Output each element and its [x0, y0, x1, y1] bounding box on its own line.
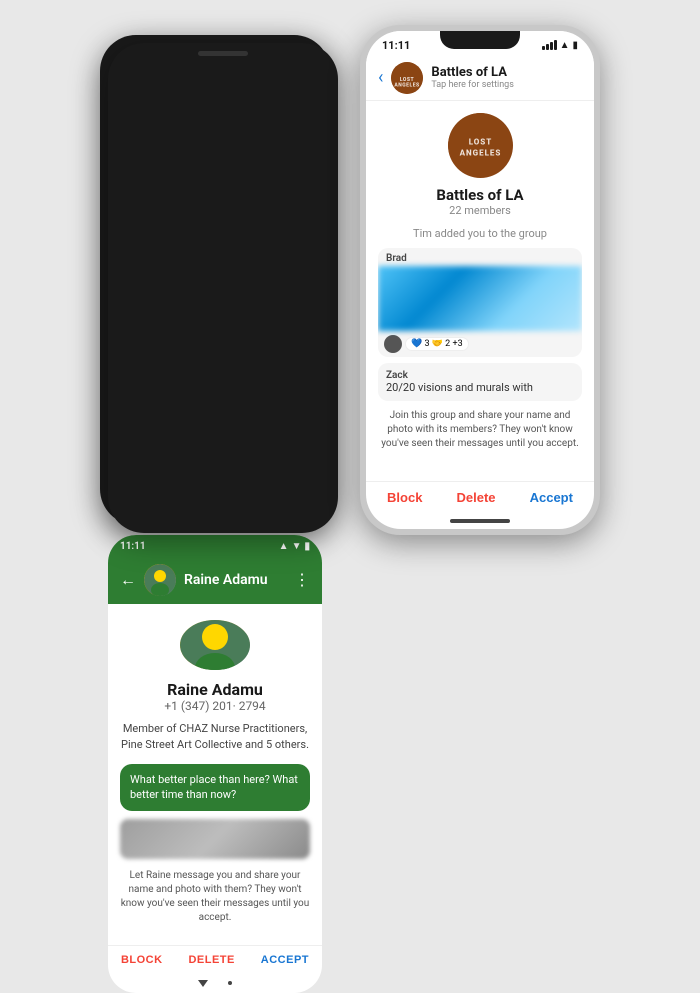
iphone-group-avatar: LOST ANGELES — [391, 62, 423, 94]
iphone-status-icons: ▲ ▮ — [542, 40, 578, 51]
iphone-action-buttons: Block Delete Accept — [366, 481, 594, 513]
svg-text:ANGELES: ANGELES — [459, 148, 501, 157]
chat-message-zack: Zack 20/20 visions and murals with — [378, 363, 582, 401]
action-buttons: BLOCK DELETE ACCEPT — [108, 945, 322, 974]
iphone-notch — [440, 31, 520, 49]
reaction-avatar — [384, 335, 402, 353]
android-speaker — [198, 51, 248, 56]
iphone-group-name: Battles of LA — [431, 65, 582, 80]
block-button[interactable]: BLOCK — [121, 954, 163, 966]
accept-description: Let Raine message you and share your nam… — [120, 869, 310, 925]
iphone-header-info: Battles of LA Tap here for settings — [431, 65, 582, 90]
android-screen: 11:11 ▲ ▼ ▮ ← Raine Adamu ⋮ — [108, 535, 322, 993]
accept-button[interactable]: ACCEPT — [261, 954, 309, 966]
message-bubble: What better place than here? What better… — [120, 764, 310, 811]
home-bar-indicator — [450, 519, 510, 523]
wifi-icon: ▲ — [560, 40, 570, 51]
iphone-screen: 11:11 ▲ ▮ ‹ L — [366, 31, 594, 529]
svg-text:LOST: LOST — [468, 137, 492, 146]
back-button[interactable]: ← — [120, 570, 136, 590]
profile-name: Raine Adamu — [167, 680, 263, 699]
iphone-time: 11:11 — [382, 39, 410, 52]
group-name-text: Battles of LA — [436, 186, 523, 204]
android-header: ← Raine Adamu ⋮ — [108, 556, 322, 604]
iphone-delete-button[interactable]: Delete — [457, 490, 496, 505]
back-nav-icon[interactable] — [198, 980, 208, 987]
android-notch-area — [108, 43, 338, 533]
signal-bars-icon — [542, 40, 557, 50]
battery-icon: ▮ — [572, 40, 578, 51]
android-status-icons: ▲ ▼ ▮ — [279, 541, 310, 552]
reaction-badge[interactable]: 💙 3 🤝 2 +3 — [405, 337, 469, 351]
iphone-status-bar: 11:11 ▲ ▮ — [366, 31, 594, 56]
android-content: Raine Adamu +1 (347) 201· 2794 Member of… — [108, 604, 322, 945]
svg-text:ANGELES: ANGELES — [395, 82, 420, 88]
added-notice: Tim added you to the group — [413, 227, 547, 240]
signal-icon: ▲ — [279, 541, 289, 552]
delete-button[interactable]: DELETE — [188, 954, 234, 966]
chat-sender-brad: Brad — [378, 248, 582, 266]
chat-message-brad: Brad 💙 3 🤝 2 +3 — [378, 248, 582, 357]
iphone-header: ‹ LOST ANGELES Battles of LA Tap here fo… — [366, 56, 594, 101]
android-phone: 11:11 ▲ ▼ ▮ ← Raine Adamu ⋮ — [100, 35, 330, 525]
iphone-accept-button[interactable]: Accept — [530, 490, 573, 505]
profile-bio: Member of CHAZ Nurse Practitioners, Pine… — [120, 721, 310, 752]
iphone-accept-description: Join this group and share your name and … — [378, 409, 582, 451]
iphone-home-bar — [366, 513, 594, 529]
wifi-icon: ▼ — [292, 541, 302, 552]
group-members-count: 22 members — [449, 204, 511, 217]
group-avatar-large: LOST ANGELES — [448, 113, 513, 178]
more-options-icon[interactable]: ⋮ — [294, 570, 310, 589]
chat-message-text: 20/20 visions and murals with — [386, 381, 574, 394]
reaction-row: 💙 3 🤝 2 +3 — [378, 331, 582, 357]
phones-container: 11:11 ▲ ▼ ▮ ← Raine Adamu ⋮ — [80, 5, 620, 555]
android-avatar-small — [144, 564, 176, 596]
image-placeholder — [120, 819, 310, 859]
android-nav-bar — [108, 974, 322, 993]
iphone-tap-settings[interactable]: Tap here for settings — [431, 80, 582, 90]
home-nav-icon[interactable] — [228, 981, 232, 985]
android-contact-name: Raine Adamu — [184, 572, 286, 588]
iphone-back-button[interactable]: ‹ — [378, 67, 383, 88]
profile-phone: +1 (347) 201· 2794 — [164, 699, 265, 713]
iphone-block-button[interactable]: Block — [387, 490, 422, 505]
chat-image-blur — [378, 266, 582, 331]
android-status-bar: 11:11 ▲ ▼ ▮ — [108, 535, 322, 556]
reaction-text: 💙 3 🤝 2 +3 — [411, 339, 463, 349]
profile-avatar-large — [180, 620, 250, 671]
iphone-phone: 11:11 ▲ ▮ ‹ L — [360, 25, 600, 535]
battery-icon: ▮ — [304, 541, 310, 552]
android-time: 11:11 — [120, 541, 146, 552]
iphone-content: LOST ANGELES Battles of LA 22 members Ti… — [366, 101, 594, 481]
chat-sender-zack: Zack — [386, 370, 574, 381]
